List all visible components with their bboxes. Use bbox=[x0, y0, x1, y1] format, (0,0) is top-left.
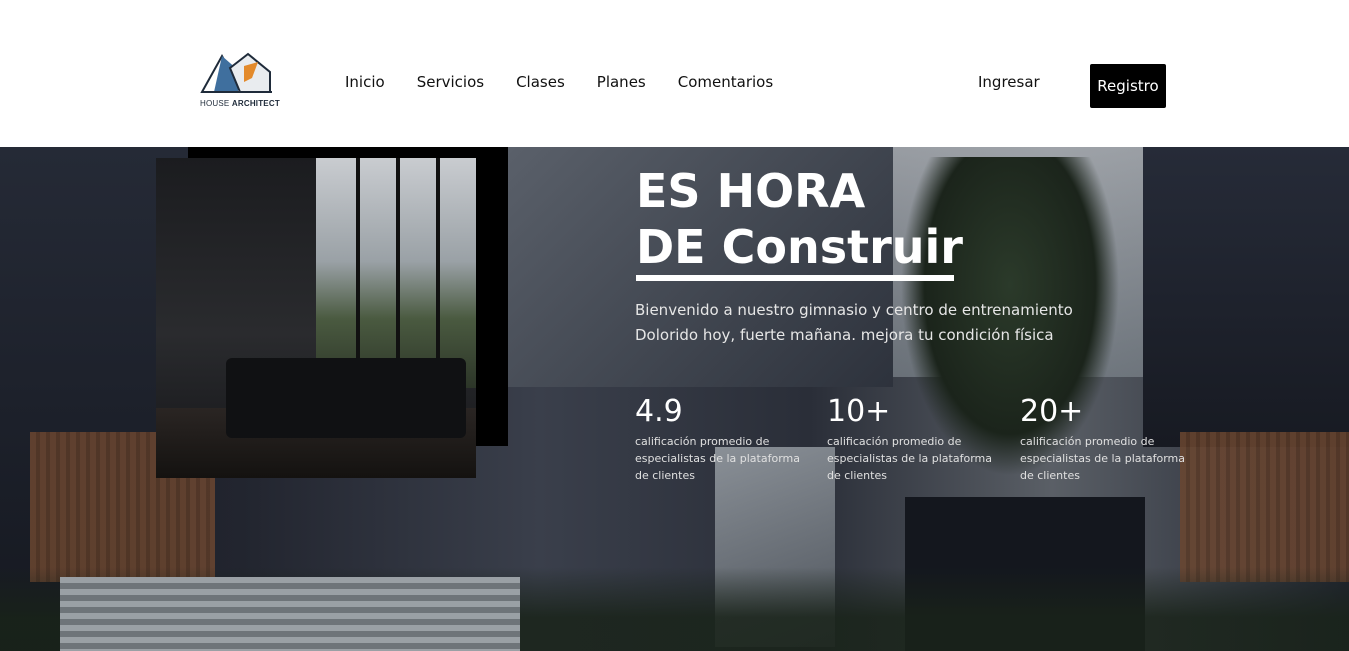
hero-background-wood-right bbox=[1180, 432, 1349, 582]
interior-sofa bbox=[226, 358, 466, 438]
subtitle-line-1: Bienvenido a nuestro gimnasio y centro d… bbox=[635, 301, 1073, 319]
window-mullion bbox=[356, 158, 360, 388]
logo-wordmark: HOUSE ARCHITECT bbox=[200, 99, 280, 108]
house-logo-icon bbox=[200, 52, 272, 93]
window-mullion bbox=[396, 158, 400, 388]
nav-item-inicio[interactable]: Inicio bbox=[345, 73, 385, 91]
login-link[interactable]: Ingresar bbox=[978, 73, 1040, 91]
stat-description: calificación promedio de especialistas d… bbox=[1020, 435, 1185, 482]
stat-experts: 10+ calificación promedio de especialist… bbox=[827, 395, 1002, 484]
stat-value: 20+ bbox=[1020, 394, 1084, 429]
stat-value: 4.9 bbox=[635, 394, 683, 429]
stat-value: 10+ bbox=[827, 394, 891, 429]
hero-section: ES HORA DE Construir Bienvenido a nuestr… bbox=[0, 147, 1349, 651]
hero-headline: ES HORA DE Construir bbox=[636, 163, 963, 275]
stat-description: calificación promedio de especialistas d… bbox=[635, 435, 800, 482]
subtitle-line-2: Dolorido hoy, fuerte mañana. mejora tu c… bbox=[635, 326, 1054, 344]
stat-rating: 4.9 calificación promedio de especialist… bbox=[635, 395, 810, 484]
house-architect-logo[interactable]: HOUSE ARCHITECT bbox=[200, 52, 280, 112]
nav-item-comentarios[interactable]: Comentarios bbox=[678, 73, 773, 91]
stat-description: calificación promedio de especialistas d… bbox=[827, 435, 992, 482]
headline-line-2: DE Construir bbox=[636, 220, 963, 274]
window-mullion bbox=[436, 158, 440, 388]
nav-item-servicios[interactable]: Servicios bbox=[417, 73, 484, 91]
site-header: HOUSE ARCHITECT Inicio Servicios Clases … bbox=[0, 0, 1349, 147]
logo-word-light: HOUSE bbox=[200, 99, 230, 108]
headline-line-1: ES HORA bbox=[636, 164, 866, 218]
nav-item-clases[interactable]: Clases bbox=[516, 73, 565, 91]
register-button[interactable]: Registro bbox=[1090, 64, 1166, 108]
headline-underline bbox=[636, 275, 954, 281]
hero-subtitle: Bienvenido a nuestro gimnasio y centro d… bbox=[635, 298, 1095, 348]
stat-projects: 20+ calificación promedio de especialist… bbox=[1020, 395, 1195, 484]
interior-photo bbox=[156, 158, 476, 478]
hero-background-stairs bbox=[60, 577, 520, 651]
main-nav: Inicio Servicios Clases Planes Comentari… bbox=[345, 73, 773, 91]
logo-word-bold: ARCHITECT bbox=[231, 99, 280, 108]
nav-item-planes[interactable]: Planes bbox=[597, 73, 646, 91]
